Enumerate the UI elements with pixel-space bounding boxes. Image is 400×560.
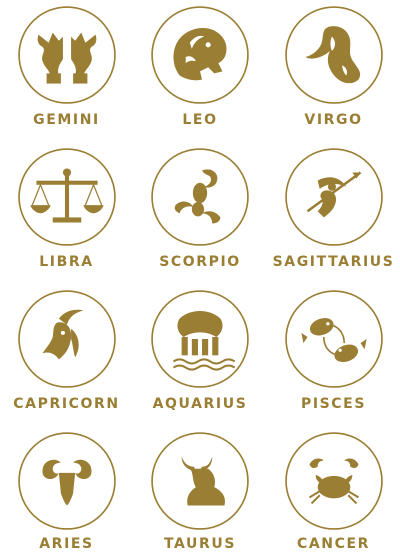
sign-label: TAURUS [163, 536, 237, 552]
aries-ram-icon [16, 430, 118, 532]
taurus-bull-icon [149, 430, 251, 532]
zodiac-grid: GEMINI LEO VIRGO LIBRA SCORPIO SAGITTARI… [0, 0, 400, 560]
libra-scales-icon [16, 146, 118, 248]
sign-leo: LEO [133, 0, 267, 142]
aquarius-water-bearer-icon [149, 288, 251, 390]
sign-label: VIRGO [304, 112, 363, 128]
sign-scorpio: SCORPIO [133, 142, 267, 284]
leo-lion-icon [149, 4, 251, 106]
sign-pisces: PISCES [267, 284, 400, 426]
sign-taurus: TAURUS [133, 426, 267, 560]
capricorn-goat-icon [16, 288, 118, 390]
sagittarius-archer-icon [283, 146, 385, 248]
sign-libra: LIBRA [0, 142, 133, 284]
sign-label: GEMINI [33, 112, 100, 128]
sign-capricorn: CAPRICORN [0, 284, 133, 426]
sign-label: ARIES [39, 536, 94, 552]
sign-aries: ARIES [0, 426, 133, 560]
pisces-fish-icon [283, 288, 385, 390]
sign-aquarius: AQUARIUS [133, 284, 267, 426]
sign-label: CAPRICORN [13, 396, 120, 412]
sign-gemini: GEMINI [0, 0, 133, 142]
sign-label: SCORPIO [159, 254, 241, 270]
sign-cancer: CANCER [267, 426, 400, 560]
sign-virgo: VIRGO [267, 0, 400, 142]
sign-sagittarius: SAGITTARIUS [267, 142, 400, 284]
virgo-maiden-icon [283, 4, 385, 106]
cancer-crab-icon [283, 430, 385, 532]
sign-label: PISCES [300, 396, 367, 412]
sign-label: AQUARIUS [152, 396, 248, 412]
sign-label: LEO [182, 112, 218, 128]
sign-label: LIBRA [39, 254, 94, 270]
sign-label: SAGITTARIUS [272, 254, 395, 270]
sign-label: CANCER [296, 536, 371, 552]
scorpio-scorpion-icon [149, 146, 251, 248]
gemini-twins-icon [16, 4, 118, 106]
